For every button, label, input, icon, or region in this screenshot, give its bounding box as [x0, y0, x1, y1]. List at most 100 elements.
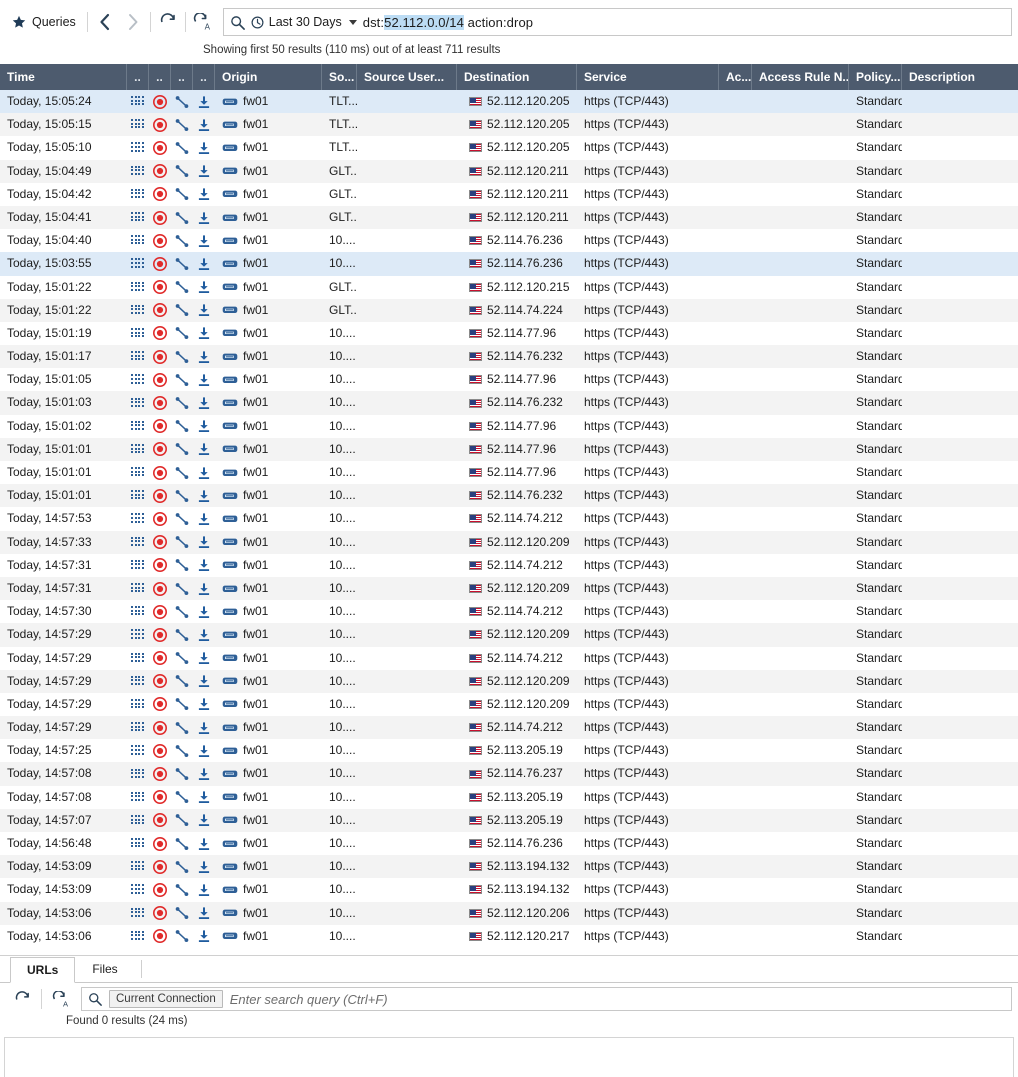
download-arrow-icon[interactable] — [197, 187, 211, 201]
table-row[interactable]: Today, 14:53:06 fw01 10.... 52.112.120.206 h… — [0, 901, 1018, 925]
column-header-user[interactable]: Source User... — [357, 64, 457, 90]
record-circle-icon[interactable] — [153, 349, 167, 364]
cell-details-icon[interactable] — [127, 229, 149, 252]
cell-download-icon[interactable] — [193, 600, 215, 623]
connection-line-icon[interactable] — [175, 396, 189, 410]
connection-line-icon[interactable] — [175, 350, 189, 364]
record-circle-icon[interactable] — [153, 303, 167, 318]
download-arrow-icon[interactable] — [197, 605, 211, 619]
cell-record-icon[interactable] — [149, 206, 171, 229]
connection-line-icon[interactable] — [175, 141, 189, 155]
connection-line-icon[interactable] — [175, 234, 189, 248]
column-header-n3[interactable]: .. — [171, 64, 193, 90]
table-row[interactable]: Today, 14:57:33 fw01 10.... 52.112.120.209 h… — [0, 530, 1018, 554]
cell-download-icon[interactable] — [193, 90, 215, 113]
chevron-down-icon[interactable] — [348, 19, 357, 25]
dot-grid-icon[interactable] — [131, 96, 145, 107]
record-circle-icon[interactable] — [153, 836, 167, 851]
table-row[interactable]: Today, 15:05:15 fw01 TLT... 52.112.120.205 h… — [0, 113, 1018, 137]
cell-details-icon[interactable] — [127, 623, 149, 646]
cell-details-icon[interactable] — [127, 832, 149, 855]
record-circle-icon[interactable] — [153, 117, 167, 132]
cell-download-icon[interactable] — [193, 716, 215, 739]
dot-grid-icon[interactable] — [131, 258, 145, 269]
connection-line-icon[interactable] — [175, 906, 189, 920]
cell-connection-icon[interactable] — [171, 252, 193, 275]
cell-details-icon[interactable] — [127, 762, 149, 785]
cell-record-icon[interactable] — [149, 484, 171, 507]
cell-details-icon[interactable] — [127, 739, 149, 762]
download-arrow-icon[interactable] — [197, 721, 211, 735]
record-circle-icon[interactable] — [153, 372, 167, 387]
cell-record-icon[interactable] — [149, 368, 171, 391]
cell-record-icon[interactable] — [149, 902, 171, 925]
cell-record-icon[interactable] — [149, 276, 171, 299]
cell-connection-icon[interactable] — [171, 531, 193, 554]
firewall-device-icon[interactable] — [222, 629, 238, 641]
cell-details-icon[interactable] — [127, 577, 149, 600]
firewall-device-icon[interactable] — [222, 119, 238, 131]
table-row[interactable]: Today, 14:53:06 fw01 10.... 52.112.120.217 h… — [0, 924, 1018, 948]
table-row[interactable]: Today, 14:57:30 fw01 10.... 52.114.74.212 ht… — [0, 600, 1018, 624]
cell-download-icon[interactable] — [193, 925, 215, 948]
cell-details-icon[interactable] — [127, 531, 149, 554]
connection-line-icon[interactable] — [175, 257, 189, 271]
cell-connection-icon[interactable] — [171, 276, 193, 299]
download-arrow-icon[interactable] — [197, 582, 211, 596]
cell-record-icon[interactable] — [149, 577, 171, 600]
dot-grid-icon[interactable] — [131, 235, 145, 246]
cell-record-icon[interactable] — [149, 925, 171, 948]
cell-connection-icon[interactable] — [171, 577, 193, 600]
table-row[interactable]: Today, 15:05:24 fw01 TLT... 52.112.120.205 h… — [0, 90, 1018, 114]
column-header-n2[interactable]: .. — [149, 64, 171, 90]
download-arrow-icon[interactable] — [197, 813, 211, 827]
cell-details-icon[interactable] — [127, 276, 149, 299]
cell-record-icon[interactable] — [149, 554, 171, 577]
cell-record-icon[interactable] — [149, 391, 171, 414]
cell-connection-icon[interactable] — [171, 832, 193, 855]
download-arrow-icon[interactable] — [197, 837, 211, 851]
cell-record-icon[interactable] — [149, 299, 171, 322]
record-circle-icon[interactable] — [153, 488, 167, 503]
download-arrow-icon[interactable] — [197, 651, 211, 665]
cell-record-icon[interactable] — [149, 345, 171, 368]
cell-connection-icon[interactable] — [171, 809, 193, 832]
firewall-device-icon[interactable] — [222, 235, 238, 247]
firewall-device-icon[interactable] — [222, 652, 238, 664]
cell-connection-icon[interactable] — [171, 739, 193, 762]
cell-details-icon[interactable] — [127, 415, 149, 438]
connection-line-icon[interactable] — [175, 211, 189, 225]
cell-details-icon[interactable] — [127, 438, 149, 461]
column-header-svc[interactable]: Service — [577, 64, 719, 90]
table-row[interactable]: Today, 15:01:22 fw01 GLT... 52.114.74.224 ht… — [0, 298, 1018, 322]
time-range-selector[interactable]: Last 30 Days — [251, 15, 357, 29]
cell-connection-icon[interactable] — [171, 322, 193, 345]
cell-download-icon[interactable] — [193, 461, 215, 484]
cell-download-icon[interactable] — [193, 322, 215, 345]
cell-download-icon[interactable] — [193, 762, 215, 785]
record-circle-icon[interactable] — [153, 743, 167, 758]
download-arrow-icon[interactable] — [197, 234, 211, 248]
cell-details-icon[interactable] — [127, 322, 149, 345]
connection-line-icon[interactable] — [175, 837, 189, 851]
firewall-device-icon[interactable] — [222, 606, 238, 618]
table-row[interactable]: Today, 14:53:09 fw01 10.... 52.113.194.132 h… — [0, 878, 1018, 902]
cell-details-icon[interactable] — [127, 206, 149, 229]
forward-button[interactable] — [119, 8, 147, 36]
firewall-device-icon[interactable] — [222, 443, 238, 455]
cell-download-icon[interactable] — [193, 855, 215, 878]
cell-details-icon[interactable] — [127, 507, 149, 530]
table-row[interactable]: Today, 15:04:41 fw01 GLT... 52.112.120.211 h… — [0, 205, 1018, 230]
firewall-device-icon[interactable] — [222, 907, 238, 919]
bottom-refresh-button[interactable] — [8, 985, 36, 1013]
table-row[interactable]: Today, 15:05:10 fw01 TLT... 52.112.120.205 h… — [0, 136, 1018, 160]
table-row[interactable]: Today, 14:57:29 fw01 10.... 52.114.74.212 ht… — [0, 716, 1018, 740]
cell-download-icon[interactable] — [193, 507, 215, 530]
cell-details-icon[interactable] — [127, 461, 149, 484]
firewall-device-icon[interactable] — [222, 304, 238, 316]
record-circle-icon[interactable] — [153, 651, 167, 666]
bottom-search-field[interactable]: Current Connection Enter search query (C… — [81, 987, 1012, 1011]
connection-line-icon[interactable] — [175, 489, 189, 503]
cell-record-icon[interactable] — [149, 739, 171, 762]
connection-line-icon[interactable] — [175, 419, 189, 433]
